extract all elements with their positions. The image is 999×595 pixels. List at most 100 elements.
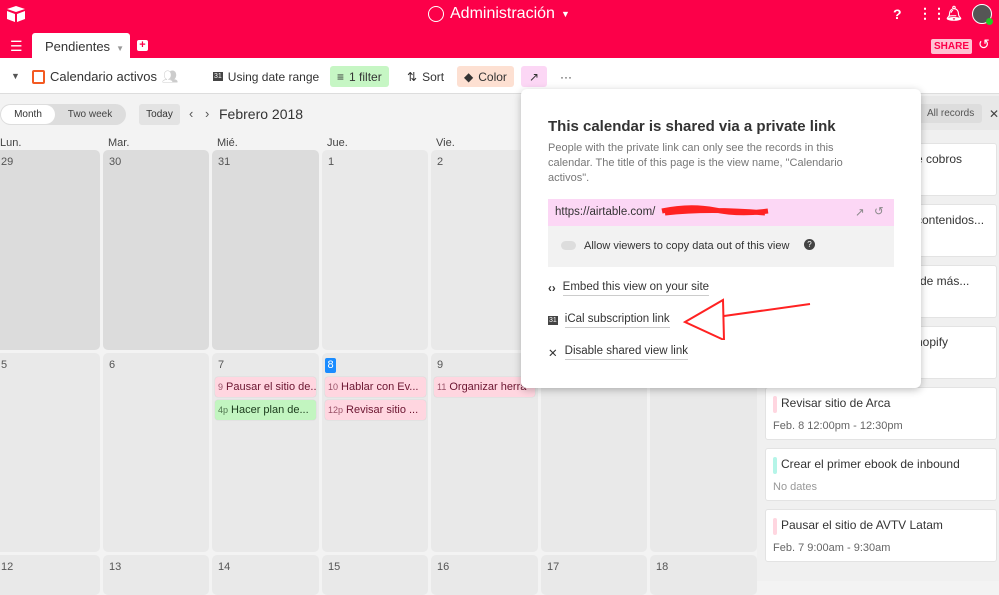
month-label: Febrero 2018: [219, 106, 304, 122]
event-title: Pausar el sitio de...: [226, 381, 316, 393]
calendar-day-cell[interactable]: 15: [322, 555, 428, 595]
calendar-event[interactable]: 4p Hacer plan de...: [215, 400, 316, 420]
calendar-day-cell[interactable]: 31: [212, 150, 319, 350]
view-name: Calendario activos: [50, 69, 157, 84]
record-title: e cobros: [916, 152, 963, 166]
date-range-button[interactable]: 31 Using date range: [206, 66, 326, 87]
popover-description: People with the private link can only se…: [548, 142, 843, 184]
airtable-logo[interactable]: [6, 5, 26, 23]
tab-label: Pendientes: [45, 39, 111, 54]
allow-copy-row: Allow viewers to copy data out of this v…: [548, 226, 894, 267]
paint-bucket-icon: ◆: [464, 69, 474, 84]
today-button[interactable]: Today: [139, 104, 180, 125]
help-icon[interactable]: ?: [804, 239, 815, 250]
collapse-caret-icon[interactable]: ▼: [11, 71, 20, 81]
regenerate-link-icon[interactable]: ↺: [874, 204, 884, 218]
day-number: 9: [437, 359, 444, 371]
day-number: 7: [218, 359, 225, 371]
apps-grid-icon[interactable]: ⋮⋮: [918, 5, 946, 22]
code-icon: ‹›: [548, 282, 556, 295]
filter-icon: ≡: [337, 69, 345, 84]
prev-month-icon[interactable]: ‹: [189, 106, 193, 121]
disable-link-action[interactable]: ✕ Disable shared view link: [548, 345, 689, 360]
tab-pendientes[interactable]: Pendientes ▼: [32, 33, 130, 58]
sort-button[interactable]: ⇅ Sort: [400, 66, 451, 87]
calendar-event[interactable]: 11 Organizar herra: [434, 377, 535, 397]
calendar-day-cell[interactable]: 12: [0, 555, 100, 595]
color-label: Color: [478, 69, 507, 84]
x-icon: ✕: [548, 347, 558, 360]
day-header: Lun.: [0, 137, 22, 149]
calendar-day-cell[interactable]: 8 10 Hablar con Ev... 12p Revisar sitio ...: [322, 353, 428, 552]
share-view-button[interactable]: ↗: [521, 66, 547, 87]
share-button[interactable]: SHARE: [931, 39, 973, 54]
day-number: 30: [109, 156, 122, 168]
share-link-field[interactable]: https://airtable.com/ ↗ ↺: [548, 199, 894, 226]
sort-icon: ⇅: [407, 69, 418, 84]
day-number: 31: [218, 156, 231, 168]
calendar-day-cell[interactable]: 18: [650, 555, 757, 595]
open-link-icon[interactable]: ↗: [855, 205, 865, 219]
day-header: Vie.: [436, 137, 455, 149]
records-filter-dropdown[interactable]: All records: [917, 104, 982, 123]
sort-label: Sort: [422, 69, 445, 84]
record-title: Crear el primer ebook de inbound: [781, 457, 960, 471]
calendar-event[interactable]: 12p Revisar sitio ...: [325, 400, 426, 420]
menu-icon[interactable]: ☰: [10, 38, 23, 55]
filter-button[interactable]: ≡ 1 filter: [330, 66, 389, 87]
calendar-day-cell[interactable]: 17: [541, 555, 647, 595]
add-table-icon[interactable]: +: [137, 40, 148, 51]
popover-title: This calendar is shared via a private li…: [548, 118, 836, 135]
annotation-arrow: [682, 298, 811, 340]
calendar-day-cell[interactable]: 7 9 Pausar el sitio de... 4p Hacer plan de..…: [212, 353, 319, 552]
base-title-button[interactable]: Administración ▼: [428, 5, 570, 23]
event-time: 9: [218, 382, 224, 392]
calendar-day-cell[interactable]: 29: [0, 150, 100, 350]
calendar-day-cell[interactable]: 30: [103, 150, 209, 350]
calendar-day-cell[interactable]: 1: [322, 150, 428, 350]
calendar-31-icon: 31: [548, 316, 558, 325]
close-icon[interactable]: ✕: [989, 107, 999, 121]
share-popover: This calendar is shared via a private li…: [521, 89, 921, 388]
allow-copy-toggle[interactable]: [561, 241, 576, 250]
share-link[interactable]: https://airtable.com/: [555, 206, 655, 218]
caret-down-icon: ▼: [560, 9, 570, 19]
caret-down-icon[interactable]: ▼: [116, 44, 124, 53]
bell-icon[interactable]: 🔔︎: [945, 5, 963, 22]
next-month-icon[interactable]: ›: [205, 106, 209, 121]
disable-link[interactable]: Disable shared view link: [564, 345, 689, 360]
ical-link[interactable]: iCal subscription link: [564, 313, 670, 328]
help-icon[interactable]: ?: [893, 6, 902, 22]
day-number: 12: [1, 561, 14, 573]
color-button[interactable]: ◆ Color: [457, 66, 514, 87]
avatar[interactable]: [972, 4, 993, 25]
history-icon[interactable]: ↺: [978, 36, 990, 53]
record-title: Pausar el sitio de AVTV Latam: [781, 518, 943, 532]
calendar-day-cell[interactable]: 6: [103, 353, 209, 552]
day-number: 15: [328, 561, 341, 573]
mode-two-week[interactable]: Two week: [60, 104, 120, 125]
calendar-view-icon: [32, 69, 45, 84]
embed-view-action[interactable]: ‹› Embed this view on your site: [548, 281, 710, 296]
day-number: 18: [656, 561, 669, 573]
record-card[interactable]: Revisar sitio de Arca Feb. 8 12:00pm - 12…: [765, 387, 997, 440]
calendar-event[interactable]: 9 Pausar el sitio de...: [215, 377, 316, 397]
calendar-day-cell[interactable]: 5: [0, 353, 100, 552]
mode-month[interactable]: Month: [1, 105, 55, 124]
calendar-day-cell[interactable]: 16: [431, 555, 538, 595]
record-card[interactable]: Crear el primer ebook de inbound No dates: [765, 448, 997, 501]
base-name: Administración: [450, 5, 555, 22]
record-title: contenidos...: [916, 213, 985, 227]
event-time: 12p: [328, 405, 344, 415]
view-switcher[interactable]: Calendario activos 👥︎: [25, 66, 185, 87]
more-button[interactable]: ···: [553, 66, 579, 87]
calendar-day-cell[interactable]: 13: [103, 555, 209, 595]
record-card[interactable]: Pausar el sitio de AVTV Latam Feb. 7 9:00…: [765, 509, 997, 562]
embed-link[interactable]: Embed this view on your site: [562, 281, 710, 296]
ical-action[interactable]: 31 iCal subscription link: [548, 313, 670, 328]
event-title: Revisar sitio ...: [346, 404, 419, 416]
calendar-day-cell[interactable]: 14: [212, 555, 319, 595]
calendar-event[interactable]: 10 Hablar con Ev...: [325, 377, 426, 397]
day-number: 5: [1, 359, 8, 371]
day-header: Mar.: [108, 137, 130, 149]
